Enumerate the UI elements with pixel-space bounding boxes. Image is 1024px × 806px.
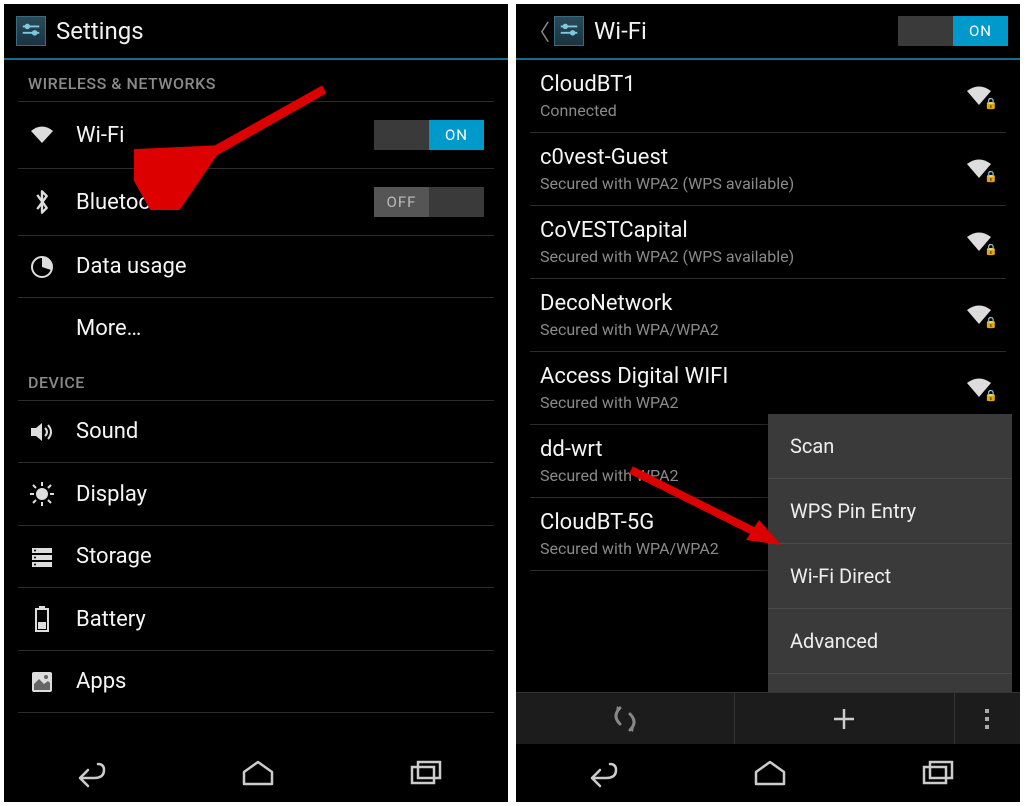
nav-bar xyxy=(516,744,1020,802)
lock-icon: 🔒 xyxy=(984,389,998,402)
header: Settings xyxy=(4,4,508,60)
display-label: Display xyxy=(76,482,484,507)
battery-label: Battery xyxy=(76,607,484,632)
network-ssid: Access Digital WIFI xyxy=(540,364,962,389)
section-wireless: WIRELESS & NETWORKS xyxy=(4,60,508,101)
data-usage-label: Data usage xyxy=(76,254,484,279)
settings-list[interactable]: WIRELESS & NETWORKS Wi-Fi ON Bluetooth O… xyxy=(4,60,508,744)
network-row[interactable]: DecoNetwork Secured with WPA/WPA2 🔒 xyxy=(516,279,1020,351)
network-status: Secured with WPA/WPA2 xyxy=(540,320,962,339)
data-usage-icon xyxy=(28,255,56,279)
back-button[interactable] xyxy=(582,758,620,788)
wifi-screen: 〈 Wi-Fi ON CloudBT1Connected🔒c0vest-Gues… xyxy=(516,4,1020,802)
recents-button[interactable] xyxy=(920,759,954,787)
more-label: More… xyxy=(76,316,484,341)
display-row[interactable]: Display xyxy=(4,463,508,525)
network-ssid: CloudBT1 xyxy=(540,72,962,97)
wifi-master-toggle[interactable]: ON xyxy=(898,16,1008,46)
network-row[interactable]: c0vest-Guest Secured with WPA2 (WPS avail… xyxy=(516,133,1020,205)
recents-button[interactable] xyxy=(408,759,442,787)
network-list[interactable]: CloudBT1 Connected 🔒 c0vest-Guest Secured wi… xyxy=(516,60,1020,692)
page-title: Wi-Fi xyxy=(594,17,647,45)
lock-icon: 🔒 xyxy=(984,170,998,183)
home-button[interactable] xyxy=(752,758,788,788)
network-status: Secured with WPA2 (WPS available) xyxy=(540,174,962,193)
overflow-button[interactable] xyxy=(955,693,1020,744)
lock-icon: 🔒 xyxy=(984,97,998,110)
back-chevron-icon[interactable]: 〈 xyxy=(528,15,550,47)
wifi-signal-icon: 🔒 xyxy=(962,231,996,253)
network-status: Secured with WPA2 (WPS available) xyxy=(540,247,962,266)
menu-advanced[interactable]: Advanced xyxy=(768,609,1012,674)
menu-help[interactable]: Help xyxy=(768,674,1012,692)
sound-row[interactable]: Sound xyxy=(4,401,508,462)
settings-icon[interactable] xyxy=(554,16,584,46)
network-row[interactable]: CoVESTCapital Secured with WPA2 (WPS avai… xyxy=(516,206,1020,278)
wifi-signal-icon: 🔒 xyxy=(962,377,996,399)
wifi-label: Wi-Fi xyxy=(76,123,354,148)
network-ssid: c0vest-Guest xyxy=(540,145,962,170)
action-bar xyxy=(516,692,1020,744)
bluetooth-toggle[interactable]: OFF xyxy=(374,187,484,217)
apps-icon xyxy=(28,670,56,694)
lock-icon: 🔒 xyxy=(984,243,998,256)
menu-wps[interactable]: WPS Pin Entry xyxy=(768,479,1012,544)
battery-row[interactable]: Battery xyxy=(4,588,508,650)
settings-icon xyxy=(16,16,46,46)
wifi-signal-icon: 🔒 xyxy=(962,158,996,180)
network-ssid: DecoNetwork xyxy=(540,291,962,316)
page-title: Settings xyxy=(56,17,144,45)
storage-label: Storage xyxy=(76,544,484,569)
lock-icon: 🔒 xyxy=(984,316,998,329)
apps-row[interactable]: Apps xyxy=(4,651,508,712)
wifi-row[interactable]: Wi-Fi ON xyxy=(4,102,508,168)
home-button[interactable] xyxy=(240,758,276,788)
menu-scan[interactable]: Scan xyxy=(768,414,1012,479)
network-status: Connected xyxy=(540,101,962,120)
wifi-toggle[interactable]: ON xyxy=(374,120,484,150)
storage-row[interactable]: Storage xyxy=(4,526,508,587)
bluetooth-icon xyxy=(28,189,56,215)
wifi-signal-icon: 🔒 xyxy=(962,304,996,326)
menu-wifi-direct[interactable]: Wi-Fi Direct xyxy=(768,544,1012,609)
apps-label: Apps xyxy=(76,669,484,694)
storage-icon xyxy=(28,546,56,568)
network-status: Secured with WPA2 xyxy=(540,393,962,412)
overflow-menu: Scan WPS Pin Entry Wi-Fi Direct Advanced… xyxy=(768,414,1012,692)
add-network-button[interactable] xyxy=(735,693,954,744)
bluetooth-label: Bluetooth xyxy=(76,190,354,215)
section-device: DEVICE xyxy=(4,359,508,400)
nav-bar xyxy=(4,744,508,802)
sound-label: Sound xyxy=(76,419,484,444)
network-ssid: CoVESTCapital xyxy=(540,218,962,243)
network-row[interactable]: CloudBT1 Connected 🔒 xyxy=(516,60,1020,132)
wifi-signal-icon: 🔒 xyxy=(962,85,996,107)
wps-button[interactable] xyxy=(516,693,735,744)
bluetooth-row[interactable]: Bluetooth OFF xyxy=(4,169,508,235)
back-button[interactable] xyxy=(70,758,108,788)
data-usage-row[interactable]: Data usage xyxy=(4,236,508,297)
header: 〈 Wi-Fi ON xyxy=(516,4,1020,60)
wifi-icon xyxy=(28,125,56,145)
more-row[interactable]: More… xyxy=(4,298,508,359)
settings-screen: Settings WIRELESS & NETWORKS Wi-Fi ON Bl… xyxy=(4,4,508,802)
sound-icon xyxy=(28,420,56,444)
display-icon xyxy=(28,481,56,507)
battery-icon xyxy=(28,606,56,632)
